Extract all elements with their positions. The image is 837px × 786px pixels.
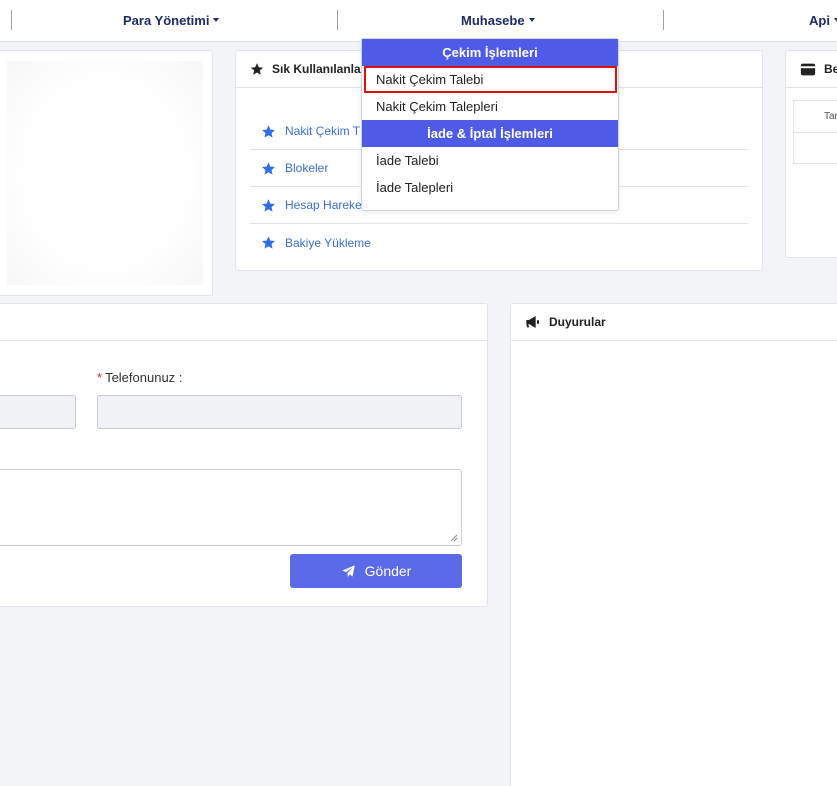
name-input[interactable]	[0, 395, 76, 429]
favorite-item-label: Blokeler	[285, 161, 329, 175]
announcements-card: Duyurular	[510, 303, 837, 786]
send-button[interactable]: Gönder	[290, 554, 462, 588]
nav-item-label: Muhasebe	[461, 13, 525, 28]
star-icon	[262, 236, 275, 249]
phone-label-text: Telefonunuz :	[105, 370, 183, 385]
nav-item-label: Para Yönetimi	[123, 13, 210, 28]
credit-card-icon	[800, 63, 816, 75]
dropdown-item-nakit-cekim-talebi[interactable]: Nakit Çekim Talebi	[364, 66, 617, 93]
nav-item-muhasebe[interactable]: Muhasebe	[461, 13, 535, 28]
favorite-item[interactable]: Bakiye Yükleme	[250, 224, 748, 261]
announcements-title: Duyurular	[549, 315, 606, 329]
paper-plane-icon	[341, 564, 355, 577]
megaphone-icon	[526, 316, 539, 328]
star-icon	[250, 63, 264, 75]
favorite-item-label: Hesap Hareke	[285, 198, 362, 212]
dropdown-item-iade-talebi[interactable]: İade Talebi	[362, 147, 618, 174]
nav-separator	[337, 10, 338, 30]
dropdown-section-header: Çekim İşlemleri	[362, 39, 618, 66]
balance-table: Tar	[793, 100, 837, 164]
star-icon	[262, 161, 275, 175]
caret-down-icon	[213, 18, 220, 22]
nav-separator	[11, 10, 12, 30]
dropdown-section-header: İade & İptal İşlemleri	[362, 120, 618, 147]
balance-title: Be	[824, 62, 837, 76]
send-button-label: Gönder	[364, 563, 412, 579]
dropdown-item-iade-talepleri[interactable]: İade Talepleri	[362, 174, 618, 201]
balance-header: Be	[786, 51, 837, 88]
table-header-cell: Tar	[794, 101, 837, 133]
message-textarea[interactable]	[0, 469, 462, 546]
nav-item-para-yonetimi[interactable]: Para Yönetimi	[123, 13, 220, 28]
profile-card	[0, 50, 213, 296]
favorite-item-label: Nakit Çekim T	[285, 124, 361, 138]
nav-separator	[663, 10, 664, 30]
nav-item-label: Api	[809, 13, 830, 28]
top-nav: Para Yönetimi Muhasebe Api	[0, 0, 837, 42]
resize-grip-icon[interactable]	[450, 534, 458, 542]
star-icon	[262, 124, 275, 138]
muhasebe-dropdown: Çekim İşlemleri Nakit Çekim Talebi Nakit…	[361, 38, 619, 211]
caret-down-icon	[528, 18, 535, 22]
form-card-header	[0, 304, 487, 341]
favorites-title: Sık Kullanılanla	[272, 62, 361, 76]
star-icon	[262, 198, 275, 212]
nav-item-api[interactable]: Api	[809, 13, 837, 28]
announcements-header: Duyurular	[511, 304, 837, 341]
required-asterisk: *	[97, 370, 103, 385]
phone-input[interactable]	[97, 395, 462, 429]
favorite-item-label: Bakiye Yükleme	[285, 235, 371, 250]
phone-label: * Telefonunuz :	[97, 370, 182, 385]
blurred-content	[7, 61, 203, 285]
dropdown-item-nakit-cekim-talepleri[interactable]: Nakit Çekim Talepleri	[362, 93, 618, 120]
